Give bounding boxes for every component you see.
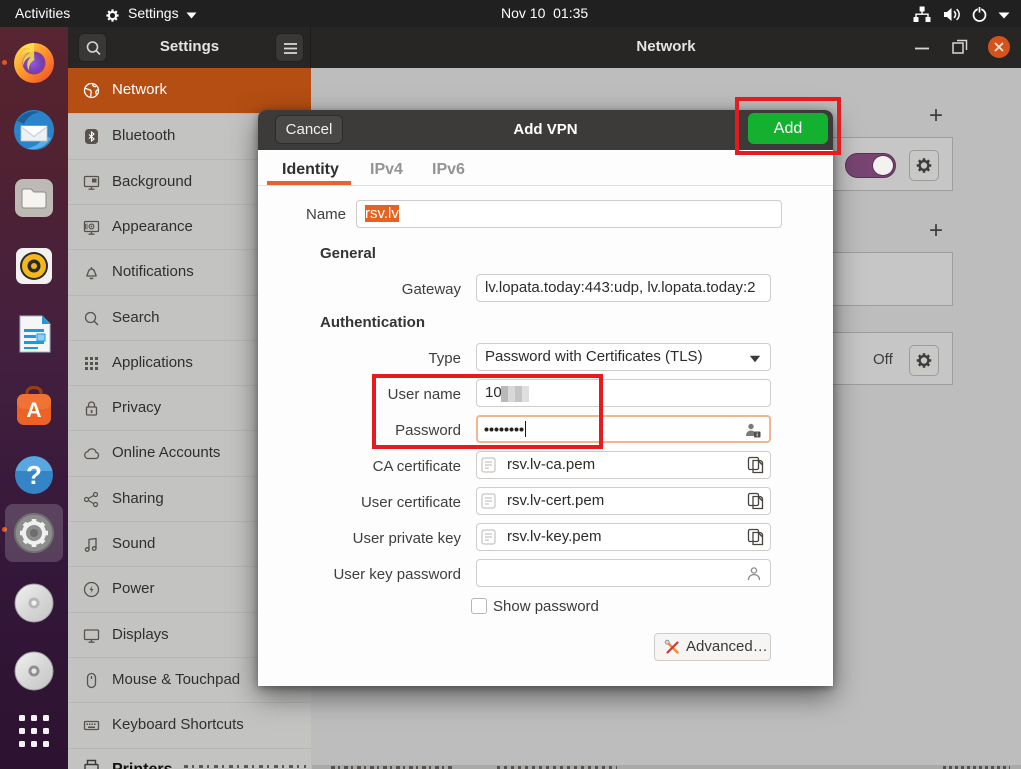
svg-text:?: ?: [26, 460, 42, 490]
svg-text:A: A: [26, 399, 41, 422]
